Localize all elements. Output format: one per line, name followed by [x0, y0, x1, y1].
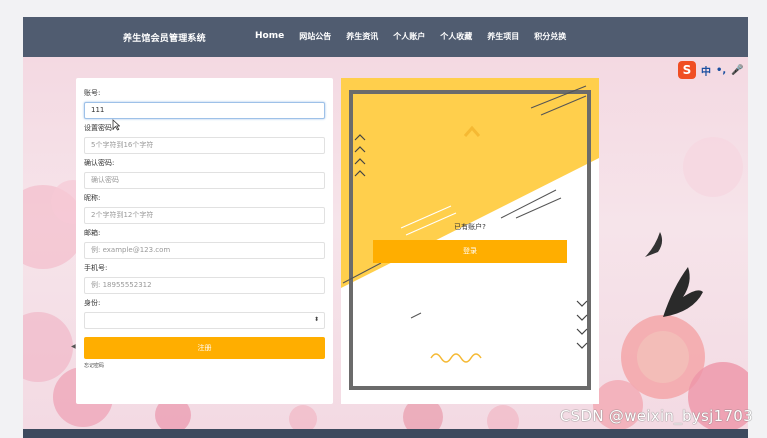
sogou-logo-icon[interactable]: S	[678, 61, 696, 79]
carousel-left-arrow-icon[interactable]: ◀	[71, 343, 76, 350]
login-button[interactable]: 登录	[373, 240, 567, 263]
confirm-password-label: 确认密码:	[84, 159, 115, 167]
login-art-panel: 已有账户? 登录	[341, 78, 599, 404]
role-select[interactable]: ⬍	[84, 312, 325, 329]
have-account-text: 已有账户?	[454, 223, 486, 231]
role-label: 身份:	[84, 299, 101, 307]
account-label: 账号:	[84, 89, 101, 97]
password-input[interactable]: 5个字符到16个字符	[84, 137, 325, 154]
footer-strip	[23, 429, 748, 438]
forgot-password-link[interactable]: 忘记密码	[84, 362, 325, 369]
select-caret-icon: ⬍	[313, 316, 319, 323]
nav-announcements[interactable]: 网站公告	[299, 31, 331, 42]
nickname-input[interactable]: 2个字符到12个字符	[84, 207, 325, 224]
phone-label: 手机号:	[84, 264, 108, 272]
top-nav-bar: 养生馆会员管理系统 Home 网站公告 养生资讯 个人账户 个人收藏 养生项目 …	[23, 17, 748, 57]
nickname-label: 昵称:	[84, 194, 101, 202]
nav-health-news[interactable]: 养生资讯	[346, 31, 378, 42]
brand-title[interactable]: 养生馆会员管理系统	[123, 31, 206, 44]
nav-home[interactable]: Home	[255, 31, 284, 42]
nav-health-projects[interactable]: 养生项目	[487, 31, 519, 42]
microphone-icon[interactable]: 🎤	[731, 65, 743, 76]
password-label: 设置密码:	[84, 124, 115, 132]
email-input[interactable]: 例: example@123.com	[84, 242, 325, 259]
phone-input[interactable]: 例: 18955552312	[84, 277, 325, 294]
main-nav: Home 网站公告 养生资讯 个人账户 个人收藏 养生项目 积分兑换	[255, 31, 581, 42]
nav-favorites[interactable]: 个人收藏	[440, 31, 472, 42]
mouse-cursor-icon	[112, 119, 120, 131]
ime-toolbar[interactable]: S 中 •, 🎤	[678, 61, 748, 79]
account-input[interactable]: 111	[84, 102, 325, 119]
register-button[interactable]: 注册	[84, 337, 325, 359]
nav-personal-account[interactable]: 个人账户	[393, 31, 425, 42]
punctuation-icon[interactable]: •,	[716, 65, 726, 76]
watermark: CSDN @weixin_bysj1703	[559, 407, 753, 425]
nav-points-exchange[interactable]: 积分兑换	[534, 31, 566, 42]
ime-mode-label[interactable]: 中	[701, 63, 711, 78]
email-label: 邮箱:	[84, 229, 101, 237]
confirm-password-input[interactable]: 确认密码	[84, 172, 325, 189]
